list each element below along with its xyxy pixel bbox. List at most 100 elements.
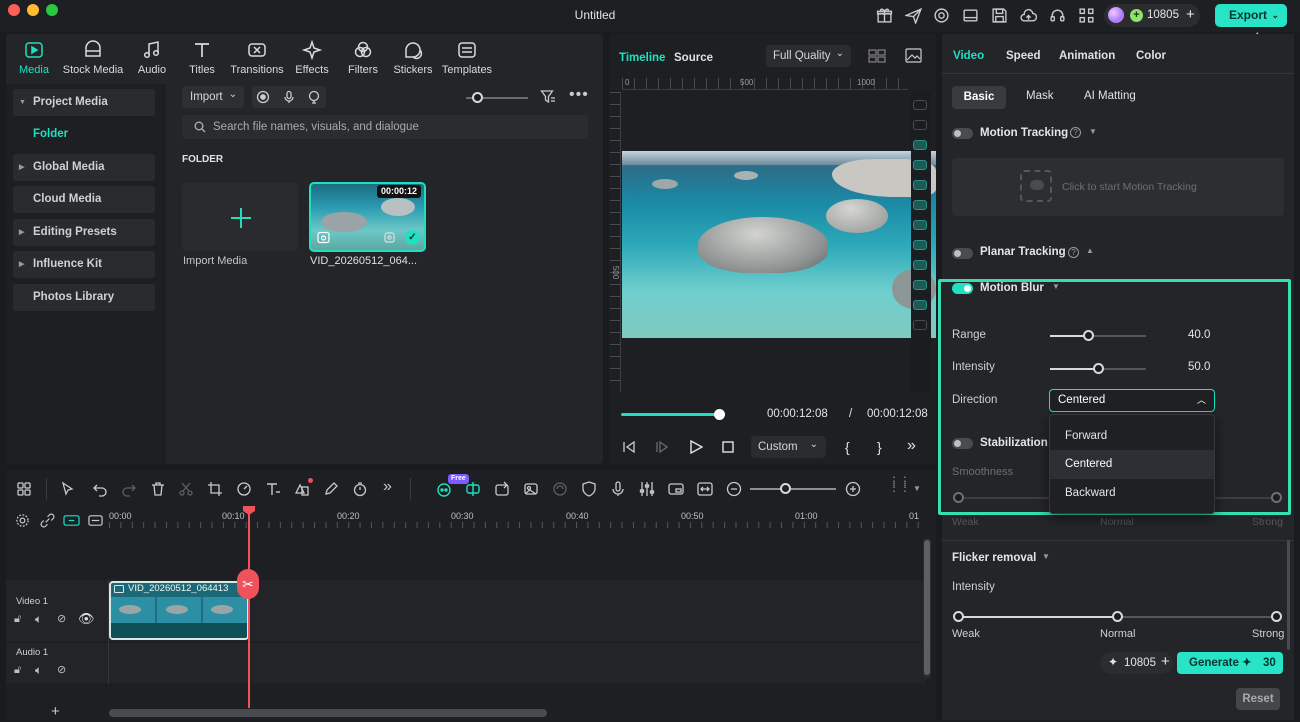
motion-blur-toggle[interactable] bbox=[952, 283, 973, 294]
caret-down-icon[interactable]: ▼ bbox=[1042, 552, 1050, 561]
playback-knob[interactable] bbox=[714, 409, 725, 420]
range-value[interactable]: 40.0 bbox=[1188, 329, 1210, 341]
undo-icon[interactable] bbox=[92, 481, 108, 497]
stop-icon[interactable] bbox=[721, 440, 735, 454]
tab-transitions[interactable]: Transitions bbox=[228, 38, 286, 76]
export-button[interactable]: Export ⌄ bbox=[1215, 4, 1287, 27]
speaker-icon[interactable]: 🔈︎ bbox=[35, 663, 42, 678]
maximize-window-button[interactable] bbox=[46, 4, 58, 16]
sidebar-item-folder[interactable]: Folder bbox=[33, 128, 68, 140]
menu-item-forward[interactable]: Forward bbox=[1050, 422, 1214, 450]
preview-video-frame[interactable] bbox=[622, 151, 936, 338]
grid-view-icon[interactable] bbox=[868, 49, 886, 63]
unlink-icon[interactable] bbox=[40, 513, 55, 528]
add-credits-icon[interactable]: + bbox=[1161, 653, 1170, 670]
lock-icon[interactable]: 🔓︎ bbox=[14, 613, 21, 626]
reset-button[interactable]: Reset bbox=[1236, 688, 1280, 710]
more-options-icon[interactable]: ••• bbox=[569, 86, 589, 104]
more-controls-icon[interactable]: » bbox=[907, 437, 916, 455]
cloud-upload-icon[interactable] bbox=[1020, 7, 1037, 24]
support-icon[interactable] bbox=[933, 7, 950, 24]
mark-in-icon[interactable]: { bbox=[845, 439, 850, 455]
replace-clip-icon[interactable] bbox=[494, 481, 510, 497]
loop-icon[interactable] bbox=[552, 481, 568, 497]
apps-grid-icon[interactable] bbox=[1078, 7, 1095, 24]
play-icon[interactable] bbox=[689, 440, 703, 454]
sidebar-item-photos-library[interactable]: Photos Library bbox=[13, 284, 155, 311]
zoom-out-icon[interactable] bbox=[726, 481, 742, 497]
tab-templates[interactable]: Templates bbox=[437, 38, 497, 76]
menu-item-centered[interactable]: Centered bbox=[1050, 450, 1214, 479]
lock-icon[interactable]: 🔓︎ bbox=[14, 664, 21, 677]
tab-titles[interactable]: Titles bbox=[174, 38, 230, 76]
timeline-clip[interactable]: VID_20260512_064413 bbox=[109, 581, 249, 640]
tab-effects[interactable]: Effects bbox=[284, 38, 340, 76]
import-dropdown[interactable]: Import ⌄ bbox=[182, 86, 244, 108]
aspect-ratio-dropdown[interactable]: Custom ⌄ bbox=[751, 436, 826, 458]
sidebar-item-project-media[interactable]: ▼ Project Media bbox=[13, 89, 155, 116]
tab-audio[interactable]: Audio bbox=[124, 38, 180, 76]
subtab-basic[interactable]: Basic bbox=[952, 86, 1006, 109]
help-icon[interactable]: ? bbox=[1068, 247, 1079, 258]
track-height-icon[interactable]: ⋮⋮ ⋮⋮ bbox=[888, 475, 911, 493]
shield-icon[interactable] bbox=[581, 481, 597, 497]
subtab-mask[interactable]: Mask bbox=[1026, 90, 1053, 102]
caret-down-icon[interactable]: ▼ bbox=[1089, 127, 1097, 136]
menu-item-backward[interactable]: Backward bbox=[1050, 479, 1214, 507]
split-scissors-icon[interactable]: ✂︎ bbox=[237, 569, 259, 599]
redo-icon[interactable] bbox=[121, 481, 137, 497]
voiceover-icon[interactable] bbox=[307, 90, 321, 104]
filter-funnel-icon[interactable] bbox=[540, 89, 556, 105]
fit-width-icon[interactable] bbox=[697, 481, 713, 497]
zoom-slider[interactable] bbox=[750, 488, 836, 490]
scissors-icon[interactable] bbox=[178, 481, 194, 497]
timeline-vscroll-thumb[interactable] bbox=[924, 540, 930, 675]
link-clips-icon[interactable] bbox=[63, 513, 80, 528]
add-credits-icon[interactable]: + bbox=[1186, 6, 1195, 23]
motion-tracking-area[interactable]: Click to start Motion Tracking bbox=[952, 158, 1284, 216]
intensity-slider-knob[interactable] bbox=[1093, 363, 1104, 374]
close-window-button[interactable] bbox=[8, 4, 20, 16]
generate-button[interactable]: Generate ✦ 30 bbox=[1177, 652, 1283, 674]
tab-animation[interactable]: Animation bbox=[1059, 50, 1115, 62]
subtab-ai-matting[interactable]: AI Matting bbox=[1084, 90, 1136, 102]
sidebar-item-editing-presets[interactable]: ▶ Editing Presets bbox=[13, 219, 155, 246]
microphone-icon[interactable] bbox=[610, 481, 626, 497]
microphone-icon[interactable] bbox=[282, 90, 296, 104]
layout-icon[interactable] bbox=[962, 7, 979, 24]
send-icon[interactable] bbox=[905, 7, 922, 24]
sidebar-item-cloud-media[interactable]: Cloud Media bbox=[13, 186, 155, 213]
mark-out-icon[interactable]: } bbox=[877, 439, 882, 455]
help-icon[interactable]: ? bbox=[1070, 127, 1081, 138]
shape-mask-icon[interactable] bbox=[294, 481, 310, 497]
crop-icon[interactable] bbox=[207, 481, 223, 497]
headset-icon[interactable] bbox=[1049, 7, 1066, 24]
import-media-tile[interactable] bbox=[182, 183, 298, 251]
tab-stock-media[interactable]: Stock Media bbox=[61, 38, 125, 76]
speaker-icon[interactable]: 🔈︎ bbox=[35, 612, 42, 627]
speed-timer-icon[interactable] bbox=[236, 481, 252, 497]
thumbnail-size-knob[interactable] bbox=[472, 92, 483, 103]
tab-filters[interactable]: Filters bbox=[335, 38, 391, 76]
image-adjust-icon[interactable] bbox=[523, 481, 539, 497]
range-slider-knob[interactable] bbox=[1083, 330, 1094, 341]
pen-draw-icon[interactable] bbox=[323, 481, 339, 497]
tab-source[interactable]: Source bbox=[674, 52, 713, 64]
flicker-slider-knob[interactable] bbox=[1112, 611, 1123, 622]
gift-icon[interactable] bbox=[876, 7, 893, 24]
sidebar-item-influence-kit[interactable]: ▶ Influence Kit bbox=[13, 251, 155, 278]
smoothness-knob[interactable] bbox=[953, 492, 964, 503]
mute-track-icon[interactable]: ⊘ bbox=[57, 612, 66, 625]
eye-icon[interactable]: 👁︎ bbox=[78, 611, 95, 627]
tab-video[interactable]: Video bbox=[953, 50, 984, 62]
planar-tracking-toggle[interactable] bbox=[952, 248, 973, 259]
select-pointer-icon[interactable] bbox=[60, 481, 76, 497]
snapshot-image-icon[interactable] bbox=[905, 48, 922, 63]
tab-media[interactable]: Media bbox=[6, 38, 62, 76]
delete-trash-icon[interactable] bbox=[150, 481, 166, 497]
caret-up-icon[interactable]: ▲ bbox=[1086, 246, 1094, 255]
quality-dropdown[interactable]: Full Quality ⌄ bbox=[766, 45, 851, 67]
stopwatch-icon[interactable] bbox=[352, 481, 368, 497]
zoom-slider-knob[interactable] bbox=[780, 483, 791, 494]
track-settings-icon[interactable] bbox=[15, 513, 30, 528]
